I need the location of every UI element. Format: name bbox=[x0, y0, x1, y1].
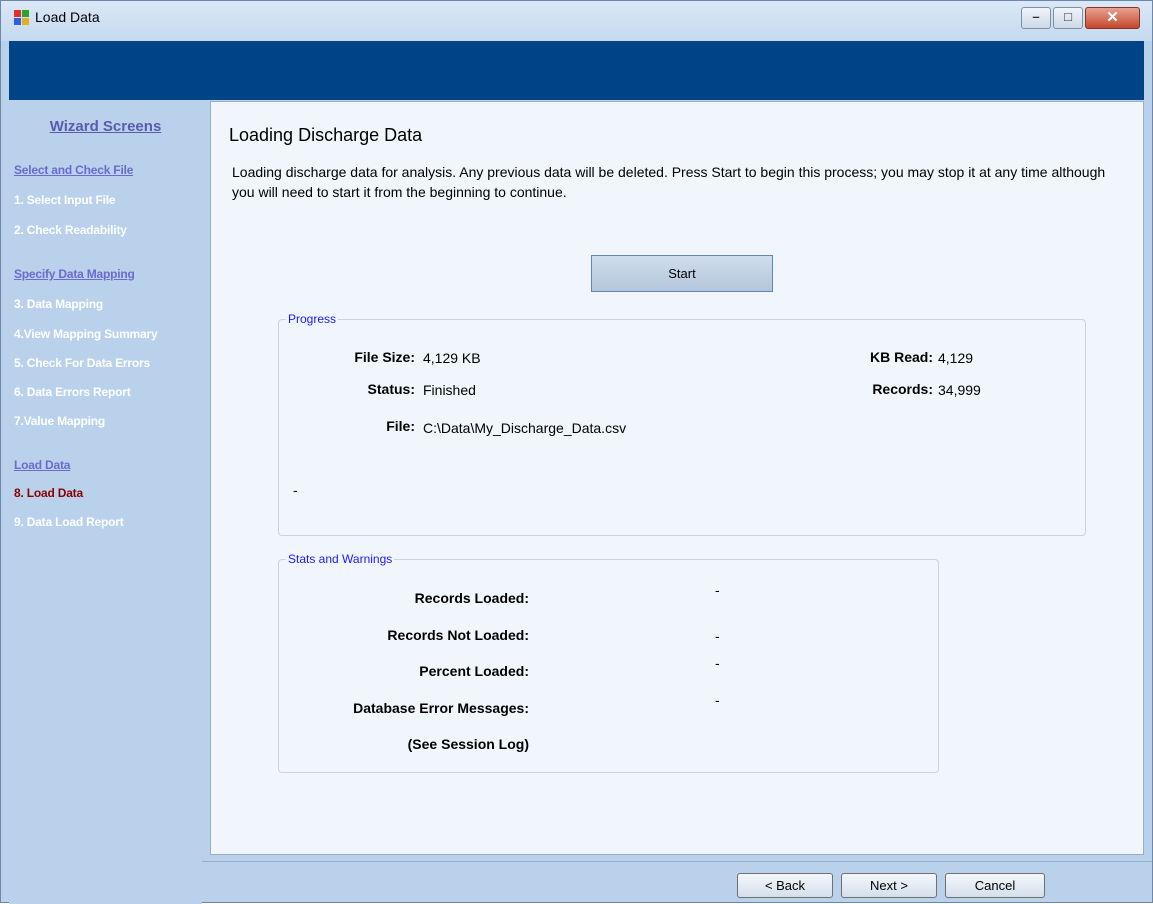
file-path-value: C:\Data\My_Discharge_Data.csv bbox=[423, 420, 627, 436]
stats-legend: Stats and Warnings bbox=[288, 552, 393, 566]
title-bar[interactable]: Load Data – □ ✕ bbox=[1, 1, 1152, 41]
records-value: 34,999 bbox=[938, 382, 981, 398]
wizard-sidebar: Wizard Screens Select and Check File 1. … bbox=[9, 100, 202, 904]
page-title: Loading Discharge Data bbox=[229, 125, 423, 145]
records-not-loaded-value: - bbox=[715, 628, 720, 644]
cancel-button[interactable]: Cancel bbox=[945, 873, 1045, 898]
sidebar-group-load-data[interactable]: Load Data bbox=[14, 458, 70, 472]
maximize-icon: □ bbox=[1064, 9, 1072, 24]
records-not-loaded-label: Records Not Loaded: bbox=[387, 627, 529, 643]
records-loaded-value: - bbox=[715, 582, 720, 598]
database-error-messages-value: - bbox=[715, 692, 720, 708]
file-size-value: 4,129 KB bbox=[423, 350, 481, 366]
sidebar-item-value-mapping[interactable]: 7.Value Mapping bbox=[14, 414, 105, 428]
close-icon: ✕ bbox=[1106, 9, 1119, 26]
kb-read-label: KB Read: bbox=[869, 349, 933, 365]
load-data-window: Load Data – □ ✕ Wizard Screens Select an… bbox=[0, 0, 1153, 904]
app-icon bbox=[14, 10, 30, 26]
progress-group: Progress File Size: 4,129 KB Status: Fin… bbox=[278, 312, 1086, 536]
next-button[interactable]: Next > bbox=[841, 873, 937, 898]
footer-divider bbox=[202, 861, 1152, 862]
page-description: Loading discharge data for analysis. Any… bbox=[232, 164, 1106, 200]
percent-loaded-label: Percent Loaded: bbox=[419, 663, 529, 679]
sidebar-item-data-errors-report[interactable]: 6. Data Errors Report bbox=[14, 385, 131, 399]
file-label: File: bbox=[386, 418, 415, 434]
sidebar-item-data-mapping[interactable]: 3. Data Mapping bbox=[14, 297, 103, 311]
sidebar-item-view-mapping-summary[interactable]: 4.View Mapping Summary bbox=[14, 327, 158, 341]
file-size-label: File Size: bbox=[354, 349, 415, 365]
sidebar-item-data-load-report[interactable]: 9. Data Load Report bbox=[14, 515, 124, 529]
sidebar-item-check-readability[interactable]: 2. Check Readability bbox=[14, 223, 127, 237]
stats-and-warnings-group: Stats and Warnings Records Loaded: - Rec… bbox=[278, 552, 939, 773]
kb-read-value: 4,129 bbox=[938, 350, 974, 366]
records-loaded-label: Records Loaded: bbox=[414, 590, 529, 606]
start-button[interactable]: Start bbox=[591, 255, 773, 292]
minimize-button[interactable]: – bbox=[1021, 7, 1051, 29]
sidebar-item-select-input-file[interactable]: 1. Select Input File bbox=[14, 193, 116, 207]
main-panel: Loading Discharge Data Loading discharge… bbox=[210, 101, 1144, 855]
wizard-screens-title: Wizard Screens bbox=[49, 118, 162, 135]
sidebar-item-load-data[interactable]: 8. Load Data bbox=[14, 486, 83, 500]
database-error-messages-label: Database Error Messages: bbox=[353, 700, 529, 716]
maximize-button[interactable]: □ bbox=[1053, 7, 1083, 29]
see-session-log-note: (See Session Log) bbox=[407, 736, 529, 752]
progress-message: - bbox=[293, 482, 298, 498]
header-banner bbox=[9, 41, 1144, 100]
percent-loaded-value: - bbox=[715, 655, 720, 671]
status-value: Finished bbox=[423, 382, 476, 398]
records-label: Records: bbox=[872, 381, 933, 397]
progress-legend: Progress bbox=[288, 312, 337, 326]
sidebar-group-select-and-check-file[interactable]: Select and Check File bbox=[14, 163, 133, 177]
minimize-icon: – bbox=[1032, 9, 1040, 24]
back-button[interactable]: < Back bbox=[737, 873, 833, 898]
window-title: Load Data bbox=[35, 9, 100, 25]
status-label: Status: bbox=[367, 381, 415, 397]
sidebar-item-check-for-data-errors[interactable]: 5. Check For Data Errors bbox=[14, 356, 150, 370]
close-button[interactable]: ✕ bbox=[1085, 7, 1140, 29]
sidebar-group-specify-data-mapping[interactable]: Specify Data Mapping bbox=[14, 267, 135, 281]
